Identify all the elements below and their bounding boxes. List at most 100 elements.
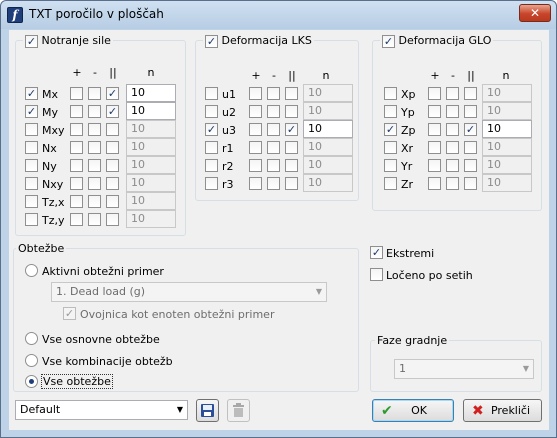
abs-checkbox[interactable] — [464, 123, 477, 136]
plus-checkbox[interactable] — [249, 87, 262, 100]
vse-obtezbe-radio[interactable] — [25, 375, 38, 388]
aktivni-primer-radio[interactable] — [25, 264, 38, 277]
plus-checkbox[interactable] — [70, 195, 83, 208]
vse-osnovne-radio[interactable] — [25, 332, 38, 345]
n-input[interactable]: 10 — [126, 120, 176, 138]
abs-checkbox[interactable] — [285, 141, 298, 154]
n-input[interactable]: 10 — [126, 210, 176, 228]
preset-select[interactable]: Default ▼ — [15, 400, 188, 420]
ekstremi-checkbox[interactable] — [370, 246, 383, 259]
abs-checkbox[interactable] — [285, 105, 298, 118]
plus-checkbox[interactable] — [70, 141, 83, 154]
n-input[interactable]: 10 — [303, 84, 353, 102]
n-input[interactable]: 10 — [126, 102, 176, 120]
minus-checkbox[interactable] — [446, 123, 459, 136]
minus-checkbox[interactable] — [267, 87, 280, 100]
minus-checkbox[interactable] — [446, 87, 459, 100]
abs-checkbox[interactable] — [106, 105, 119, 118]
plus-checkbox[interactable] — [428, 123, 441, 136]
plus-checkbox[interactable] — [249, 159, 262, 172]
n-input[interactable]: 10 — [303, 156, 353, 174]
row-checkbox[interactable] — [384, 87, 397, 100]
n-input[interactable]: 10 — [126, 84, 176, 102]
abs-checkbox[interactable] — [464, 177, 477, 190]
abs-checkbox[interactable] — [464, 159, 477, 172]
row-checkbox[interactable] — [384, 177, 397, 190]
n-input[interactable]: 10 — [126, 174, 176, 192]
row-checkbox[interactable] — [384, 141, 397, 154]
plus-checkbox[interactable] — [70, 213, 83, 226]
row-checkbox[interactable] — [205, 87, 218, 100]
abs-checkbox[interactable] — [106, 159, 119, 172]
row-checkbox[interactable] — [25, 87, 38, 100]
n-input[interactable]: 10 — [482, 84, 532, 102]
n-input[interactable]: 10 — [303, 102, 353, 120]
row-checkbox[interactable] — [205, 177, 218, 190]
minus-checkbox[interactable] — [88, 141, 101, 154]
ok-button[interactable]: ✔ OK — [372, 399, 454, 422]
plus-checkbox[interactable] — [428, 159, 441, 172]
minus-checkbox[interactable] — [446, 159, 459, 172]
plus-checkbox[interactable] — [428, 87, 441, 100]
n-input[interactable]: 10 — [126, 156, 176, 174]
deformacija-glo-checkbox[interactable] — [382, 34, 395, 48]
n-input[interactable]: 10 — [303, 174, 353, 192]
minus-checkbox[interactable] — [88, 105, 101, 118]
deformacija-lks-checkbox[interactable] — [205, 34, 218, 48]
plus-checkbox[interactable] — [70, 177, 83, 190]
ovojnica-checkbox[interactable] — [63, 307, 76, 320]
n-input[interactable]: 10 — [482, 174, 532, 192]
abs-checkbox[interactable] — [106, 87, 119, 100]
minus-checkbox[interactable] — [446, 105, 459, 118]
minus-checkbox[interactable] — [88, 123, 101, 136]
abs-checkbox[interactable] — [106, 177, 119, 190]
n-input[interactable]: 10 — [303, 138, 353, 156]
row-checkbox[interactable] — [25, 141, 38, 154]
plus-checkbox[interactable] — [70, 105, 83, 118]
n-input[interactable]: 10 — [482, 120, 532, 138]
minus-checkbox[interactable] — [88, 177, 101, 190]
plus-checkbox[interactable] — [428, 141, 441, 154]
load-case-select[interactable]: 1. Dead load (g) ▼ — [51, 282, 327, 302]
n-input[interactable]: 10 — [303, 120, 353, 138]
minus-checkbox[interactable] — [267, 177, 280, 190]
abs-checkbox[interactable] — [106, 141, 119, 154]
loceno-po-setih-checkbox[interactable] — [370, 268, 383, 281]
cancel-button[interactable]: ✖ Prekliči — [463, 399, 542, 422]
abs-checkbox[interactable] — [464, 105, 477, 118]
plus-checkbox[interactable] — [70, 123, 83, 136]
n-input[interactable]: 10 — [126, 138, 176, 156]
save-button[interactable] — [196, 399, 219, 422]
row-checkbox[interactable] — [25, 105, 38, 118]
plus-checkbox[interactable] — [249, 141, 262, 154]
plus-checkbox[interactable] — [70, 159, 83, 172]
row-checkbox[interactable] — [25, 123, 38, 136]
row-checkbox[interactable] — [25, 159, 38, 172]
row-checkbox[interactable] — [205, 141, 218, 154]
minus-checkbox[interactable] — [267, 159, 280, 172]
minus-checkbox[interactable] — [267, 123, 280, 136]
minus-checkbox[interactable] — [88, 87, 101, 100]
row-checkbox[interactable] — [205, 123, 218, 136]
n-input[interactable]: 10 — [482, 156, 532, 174]
plus-checkbox[interactable] — [249, 177, 262, 190]
minus-checkbox[interactable] — [88, 195, 101, 208]
notranje-sile-checkbox[interactable] — [25, 34, 38, 48]
close-button[interactable]: ✕ — [519, 4, 551, 22]
n-input[interactable]: 10 — [126, 192, 176, 210]
abs-checkbox[interactable] — [285, 159, 298, 172]
faze-gradnje-select[interactable]: 1 ▼ — [394, 359, 534, 379]
row-checkbox[interactable] — [25, 213, 38, 226]
title-bar[interactable]: f TXT poročilo v ploščah ✕ — [1, 1, 556, 29]
minus-checkbox[interactable] — [267, 141, 280, 154]
abs-checkbox[interactable] — [285, 123, 298, 136]
row-checkbox[interactable] — [205, 159, 218, 172]
n-input[interactable]: 10 — [482, 138, 532, 156]
minus-checkbox[interactable] — [88, 159, 101, 172]
plus-checkbox[interactable] — [70, 87, 83, 100]
plus-checkbox[interactable] — [249, 105, 262, 118]
row-checkbox[interactable] — [384, 159, 397, 172]
abs-checkbox[interactable] — [106, 195, 119, 208]
row-checkbox[interactable] — [384, 105, 397, 118]
row-checkbox[interactable] — [25, 177, 38, 190]
